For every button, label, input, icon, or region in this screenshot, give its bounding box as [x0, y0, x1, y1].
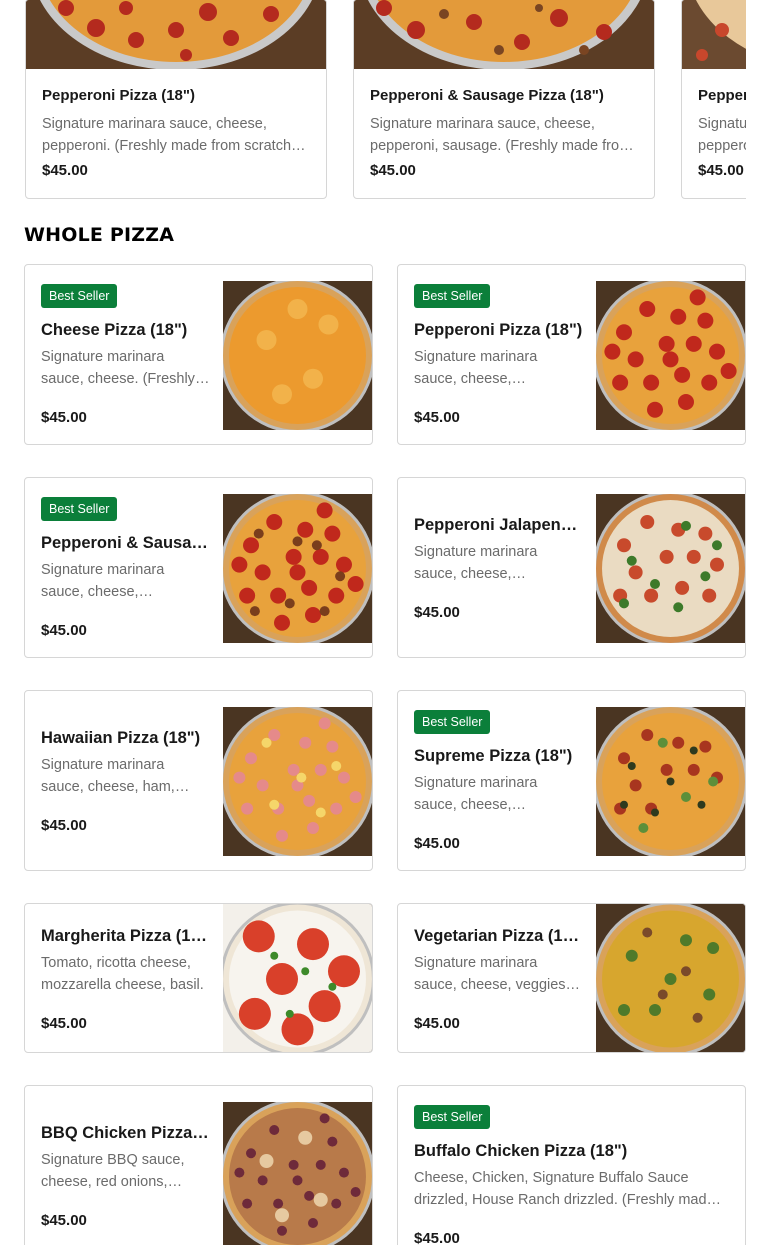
featured-card-pepperoni[interactable]: Pepperoni Pizza (18") Signature marinara… — [25, 0, 327, 199]
menu-item-card[interactable]: Pepperoni Jalapeno Pizza (18") Signature … — [397, 477, 746, 658]
menu-item-card[interactable]: Best Seller Supreme Pizza (18") Signature … — [397, 690, 746, 871]
menu-item-text: Best Seller Pepperoni & Sausage Pizza (18… — [41, 478, 211, 657]
featured-carousel: Pepperoni Pizza (18") Signature marinara… — [0, 0, 746, 200]
menu-item-card[interactable]: Best Seller Buffalo Chicken Pizza (18") Ch… — [397, 1085, 746, 1245]
menu-item-price: $45.00 — [41, 1014, 87, 1032]
menu-item-text: Best Seller Cheese Pizza (18") Signature m… — [41, 265, 211, 444]
featured-item-description: Signature marinara sauce, cheese, pepper… — [370, 116, 632, 154]
menu-item-description: Signature BBQ sauce, cheese, red onions,… — [41, 1152, 185, 1190]
menu-item-text: Best Seller Supreme Pizza (18") Signature … — [414, 691, 584, 870]
menu-item-text: Margherita Pizza (18") Tomato, ricotta ch… — [41, 904, 211, 1052]
menu-item-card[interactable]: Best Seller Pepperoni & Sausage Pizza (18… — [24, 477, 373, 658]
featured-item-description: Signature marinara sauce, cheese, pepper… — [42, 116, 292, 154]
menu-item-description: Cheese, Chicken, Signature Buffalo Sauce… — [414, 1169, 715, 1208]
menu-item-name: Buffalo Chicken Pizza (18") — [414, 1141, 628, 1160]
featured-image-pepperoni-jalapeno — [682, 0, 746, 69]
section-title: WHOLE PIZZA — [24, 224, 175, 246]
featured-item-name: Pepperoni & Sausage Pizza (18") — [370, 87, 604, 104]
menu-item-description: Signature marinara sauce, cheese, pepper… — [414, 774, 538, 813]
menu-item-name: Pepperoni Jalapeno Pizza (18") — [414, 516, 584, 534]
menu-item-text: Best Seller Buffalo Chicken Pizza (18") Ch… — [414, 1086, 724, 1245]
menu-item-name: Hawaiian Pizza (18") — [41, 729, 201, 747]
menu-item-name: Cheese Pizza (18") — [41, 320, 188, 339]
menu-item-card[interactable]: Hawaiian Pizza (18") Signature marinara s… — [24, 690, 373, 871]
featured-item-name: Pepperoni Pizza (18") — [42, 87, 195, 104]
menu-item-card[interactable]: Margherita Pizza (18") Tomato, ricotta ch… — [24, 903, 373, 1053]
menu-item-image-cheese-pizza — [223, 281, 372, 430]
menu-item-description: Signature marinara sauce, cheese, pepper… — [414, 348, 538, 387]
featured-image-pepperoni-sausage — [354, 0, 654, 69]
menu-item-card[interactable]: BBQ Chicken Pizza (18") Signature BBQ sau… — [24, 1085, 373, 1245]
menu-item-price: $45.00 — [41, 1212, 87, 1229]
menu-item-card[interactable]: Best Seller Cheese Pizza (18") Signature m… — [24, 264, 373, 445]
menu-item-description: Signature marinara sauce, cheese. (Fresh… — [41, 348, 195, 387]
menu-item-name: Vegetarian Pizza (18") — [414, 926, 584, 945]
featured-card-pepperoni-sausage[interactable]: Pepperoni & Sausage Pizza (18") Signatur… — [353, 0, 655, 199]
menu-item-price: $45.00 — [41, 408, 87, 426]
menu-item-image-supreme-pizza — [596, 707, 745, 856]
menu-item-text: Pepperoni Jalapeno Pizza (18") Signature … — [414, 478, 584, 657]
menu-item-name: Pepperoni Pizza (18") — [414, 320, 583, 339]
featured-image-pepperoni — [26, 0, 326, 69]
menu-item-price: $45.00 — [41, 817, 87, 834]
menu-item-price: $45.00 — [414, 1229, 460, 1245]
best-seller-badge: Best Seller — [41, 496, 118, 521]
menu-item-image-margherita-pizza — [223, 904, 372, 1052]
featured-card-pepperoni-jalapeno[interactable]: Pepperoni Jalapeno Pizza (18") Signature… — [681, 0, 746, 199]
menu-item-image-bbq-chicken-pizza — [223, 1102, 372, 1245]
menu-item-image-hawaiian-pizza — [223, 707, 372, 856]
menu-item-card[interactable]: Best Seller Pepperoni Pizza (18") Signatur… — [397, 264, 746, 445]
menu-item-description: Signature marinara sauce, cheese, pepper… — [414, 544, 538, 582]
menu-item-name: Pepperoni & Sausage Pizza (18") — [41, 533, 211, 552]
menu-item-image-pepperoni-pizza — [596, 281, 745, 430]
menu-item-description: Signature marinara sauce, cheese, veggie… — [414, 954, 570, 993]
menu-item-name: Margherita Pizza (18") — [41, 926, 211, 945]
featured-item-price: $45.00 — [698, 162, 744, 179]
menu-item-description: Tomato, ricotta cheese, mozzarella chees… — [41, 954, 204, 993]
best-seller-badge: Best Seller — [414, 1104, 491, 1129]
featured-item-name: Pepperoni Jalapeno Pizza (18") — [698, 87, 746, 104]
featured-item-price: $45.00 — [42, 162, 88, 179]
menu-item-price: $45.00 — [414, 604, 460, 621]
featured-item-price: $45.00 — [370, 162, 416, 179]
menu-item-text: Hawaiian Pizza (18") Signature marinara s… — [41, 691, 211, 870]
menu-item-card[interactable]: Vegetarian Pizza (18") Signature marinara… — [397, 903, 746, 1053]
menu-item-price: $45.00 — [414, 834, 460, 852]
menu-item-image-pepperoni-sausage-pizza — [223, 494, 372, 643]
menu-item-name: BBQ Chicken Pizza (18") — [41, 1124, 211, 1142]
best-seller-badge: Best Seller — [41, 283, 118, 308]
menu-item-text: BBQ Chicken Pizza (18") Signature BBQ sau… — [41, 1086, 211, 1245]
menu-item-name: Supreme Pizza (18") — [414, 746, 573, 765]
featured-item-description: Signature marinara sauce, cheese, pepper… — [698, 116, 746, 154]
menu-item-price: $45.00 — [414, 408, 460, 426]
menu-item-text: Vegetarian Pizza (18") Signature marinara… — [414, 904, 584, 1052]
menu-item-price: $45.00 — [414, 1014, 460, 1032]
menu-item-text: Best Seller Pepperoni Pizza (18") Signatur… — [414, 265, 584, 444]
menu-item-description: Signature marinara sauce, cheese, ham, p… — [41, 757, 175, 795]
best-seller-badge: Best Seller — [414, 283, 491, 308]
menu-item-image-pepperoni-jalapeno-pizza — [596, 494, 745, 643]
best-seller-badge: Best Seller — [414, 709, 491, 734]
menu-item-image-vegetarian-pizza — [596, 904, 745, 1052]
menu-item-description: Signature marinara sauce, cheese, pepper… — [41, 561, 165, 600]
menu-item-price: $45.00 — [41, 621, 87, 639]
